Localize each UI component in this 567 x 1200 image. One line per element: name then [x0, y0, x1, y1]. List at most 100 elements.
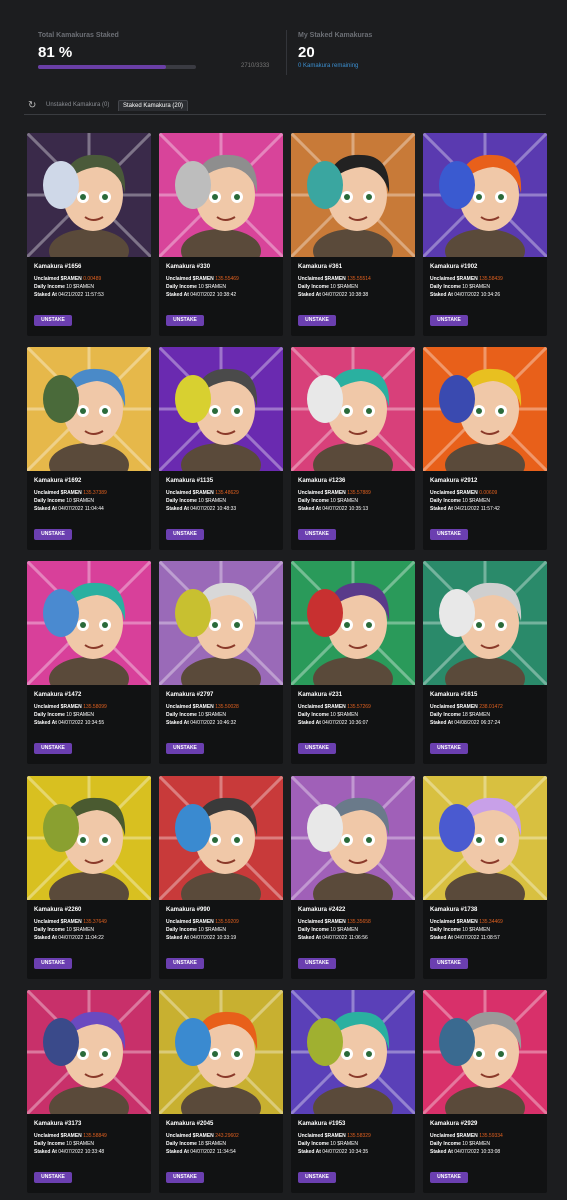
total-staked-percent: 81 %	[38, 44, 73, 61]
unstake-button[interactable]: UNSTAKE	[298, 958, 336, 969]
kamakura-card-info: Kamakura #2045 Unclaimed $RAMEN 243.2960…	[166, 1121, 280, 1156]
kamakura-card: Kamakura #1615 Unclaimed $RAMEN 238.0147…	[423, 561, 547, 764]
kamakura-avatar-image	[159, 990, 283, 1114]
unstake-button[interactable]: UNSTAKE	[34, 958, 72, 969]
unclaimed-line: Unclaimed $RAMEN 135.34469	[430, 919, 503, 925]
unstake-button[interactable]: UNSTAKE	[298, 743, 336, 754]
kamakura-card-info: Kamakura #2260 Unclaimed $RAMEN 135.3764…	[34, 907, 148, 942]
unstake-button[interactable]: UNSTAKE	[34, 529, 72, 540]
kamakura-name: Kamakura #1692	[34, 478, 82, 484]
kamakura-card-info: Kamakura #1692 Unclaimed $RAMEN 135.3738…	[34, 478, 148, 513]
kamakura-card-info: Kamakura #330 Unclaimed $RAMEN 135.55469…	[166, 264, 280, 299]
unclaimed-line: Unclaimed $RAMEN 135.50028	[166, 704, 239, 710]
kamakura-avatar-image	[159, 347, 283, 471]
kamakura-avatar-image	[291, 561, 415, 685]
daily-income-line: Daily Income 10 $RAMEN	[298, 1141, 359, 1147]
staked-at-line: Staked At 04/07/2022 10:36:07	[298, 720, 369, 726]
unclaimed-line: Unclaimed $RAMEN 135.57889	[298, 490, 371, 496]
daily-income-line: Daily Income 10 $RAMEN	[430, 1141, 491, 1147]
kamakura-card: Kamakura #1953 Unclaimed $RAMEN 135.5832…	[291, 990, 415, 1193]
kamakura-card-info: Kamakura #2929 Unclaimed $RAMEN 135.5933…	[430, 1121, 544, 1156]
unstake-button[interactable]: UNSTAKE	[34, 743, 72, 754]
kamakura-card: Kamakura #1902 Unclaimed $RAMEN 135.5843…	[423, 133, 547, 336]
staked-at-line: Staked At 04/07/2022 10:38:38	[298, 292, 369, 298]
unclaimed-line: Unclaimed $RAMEN 243.29602	[166, 1133, 239, 1139]
unstake-button[interactable]: UNSTAKE	[166, 743, 204, 754]
unstake-button[interactable]: UNSTAKE	[430, 529, 468, 540]
kamakura-name: Kamakura #990	[166, 907, 211, 913]
kamakura-card: Kamakura #1236 Unclaimed $RAMEN 135.5788…	[291, 347, 415, 550]
staked-at-line: Staked At 04/07/2022 11:04:22	[34, 935, 104, 941]
kamakura-name: Kamakura #1236	[298, 478, 346, 484]
kamakura-avatar-image	[159, 561, 283, 685]
kamakura-card: Kamakura #2260 Unclaimed $RAMEN 135.3764…	[27, 776, 151, 979]
daily-income-line: Daily Income 10 $RAMEN	[166, 712, 227, 718]
kamakura-card-info: Kamakura #1236 Unclaimed $RAMEN 135.5788…	[298, 478, 412, 513]
kamakura-name: Kamakura #1902	[430, 264, 478, 270]
total-staked-label: Total Kamakuras Staked	[38, 32, 119, 39]
unstake-button[interactable]: UNSTAKE	[166, 529, 204, 540]
staked-at-line: Staked At 04/07/2022 11:08:57	[430, 935, 500, 941]
unstake-button[interactable]: UNSTAKE	[34, 1172, 72, 1183]
unclaimed-line: Unclaimed $RAMEN 135.57269	[298, 704, 371, 710]
kamakura-card-info: Kamakura #1738 Unclaimed $RAMEN 135.3446…	[430, 907, 544, 942]
kamakura-card-info: Kamakura #361 Unclaimed $RAMEN 135.55514…	[298, 264, 412, 299]
tab-bar: ↻ Unstaked Kamakura (0) Staked Kamakura …	[24, 98, 546, 115]
kamakura-card-info: Kamakura #2422 Unclaimed $RAMEN 135.3565…	[298, 907, 412, 942]
kamakura-card: Kamakura #2797 Unclaimed $RAMEN 135.5002…	[159, 561, 283, 764]
kamakura-card: Kamakura #231 Unclaimed $RAMEN 135.57269…	[291, 561, 415, 764]
kamakura-card: Kamakura #1692 Unclaimed $RAMEN 135.3738…	[27, 347, 151, 550]
unstake-button[interactable]: UNSTAKE	[430, 1172, 468, 1183]
kamakura-name: Kamakura #2260	[34, 907, 82, 913]
unstake-button[interactable]: UNSTAKE	[34, 315, 72, 326]
daily-income-line: Daily Income 18 $RAMEN	[430, 712, 491, 718]
daily-income-line: Daily Income 10 $RAMEN	[430, 284, 491, 290]
kamakura-name: Kamakura #2045	[166, 1121, 214, 1127]
unstake-button[interactable]: UNSTAKE	[430, 743, 468, 754]
staked-at-line: Staked At 04/08/2022 06:37:24	[430, 720, 501, 726]
tab-staked[interactable]: Staked Kamakura (20)	[118, 100, 189, 111]
unclaimed-line: Unclaimed $RAMEN 135.58329	[298, 1133, 371, 1139]
unstake-button[interactable]: UNSTAKE	[166, 958, 204, 969]
kamakura-avatar-image	[159, 133, 283, 257]
unstake-button[interactable]: UNSTAKE	[298, 1172, 336, 1183]
staked-at-line: Staked At 04/07/2022 10:46:32	[166, 720, 237, 726]
kamakura-name: Kamakura #2912	[430, 478, 478, 484]
kamakura-card-info: Kamakura #1135 Unclaimed $RAMEN 135.4862…	[166, 478, 280, 513]
kamakura-name: Kamakura #1953	[298, 1121, 346, 1127]
staked-at-line: Staked At 04/07/2022 10:34:26	[430, 292, 501, 298]
my-staked-count: 20	[298, 44, 315, 61]
kamakura-name: Kamakura #1656	[34, 264, 82, 270]
unstake-button[interactable]: UNSTAKE	[298, 529, 336, 540]
unstake-button[interactable]: UNSTAKE	[166, 1172, 204, 1183]
unstake-button[interactable]: UNSTAKE	[166, 315, 204, 326]
unstake-button[interactable]: UNSTAKE	[430, 958, 468, 969]
kamakura-card: Kamakura #1472 Unclaimed $RAMEN 135.5809…	[27, 561, 151, 764]
unclaimed-line: Unclaimed $RAMEN 135.58099	[34, 704, 107, 710]
unclaimed-line: Unclaimed $RAMEN 135.58849	[34, 1133, 107, 1139]
kamakura-avatar-image	[423, 133, 547, 257]
stats-panel: Total Kamakuras Staked 81 % 2710/3333 My…	[0, 0, 567, 90]
staked-at-line: Staked At 04/07/2022 10:34:35	[298, 1149, 369, 1155]
kamakura-avatar-image	[27, 561, 151, 685]
daily-income-line: Daily Income 10 $RAMEN	[298, 284, 359, 290]
unclaimed-line: Unclaimed $RAMEN 135.55514	[298, 276, 371, 282]
staked-at-line: Staked At 04/07/2022 10:33:08	[430, 1149, 501, 1155]
kamakura-card-info: Kamakura #3173 Unclaimed $RAMEN 135.5884…	[34, 1121, 148, 1156]
kamakura-card-info: Kamakura #1953 Unclaimed $RAMEN 135.5832…	[298, 1121, 412, 1156]
daily-income-line: Daily Income 10 $RAMEN	[34, 712, 95, 718]
kamakura-avatar-image	[291, 776, 415, 900]
tab-unstaked[interactable]: Unstaked Kamakura (0)	[42, 100, 113, 110]
kamakura-name: Kamakura #330	[166, 264, 211, 270]
kamakura-card: Kamakura #2929 Unclaimed $RAMEN 135.5933…	[423, 990, 547, 1193]
staked-progress-fill	[38, 65, 166, 69]
remaining-link[interactable]: 0 Kamakura remaining	[298, 63, 358, 69]
unclaimed-line: Unclaimed $RAMEN 0.00609	[430, 490, 498, 496]
kamakura-card: Kamakura #3173 Unclaimed $RAMEN 135.5884…	[27, 990, 151, 1193]
daily-income-line: Daily Income 10 $RAMEN	[430, 927, 491, 933]
refresh-icon[interactable]: ↻	[28, 101, 38, 111]
staked-at-line: Staked At 04/21/2022 11:57:53	[34, 292, 104, 298]
kamakura-avatar-image	[291, 347, 415, 471]
unstake-button[interactable]: UNSTAKE	[298, 315, 336, 326]
unstake-button[interactable]: UNSTAKE	[430, 315, 468, 326]
